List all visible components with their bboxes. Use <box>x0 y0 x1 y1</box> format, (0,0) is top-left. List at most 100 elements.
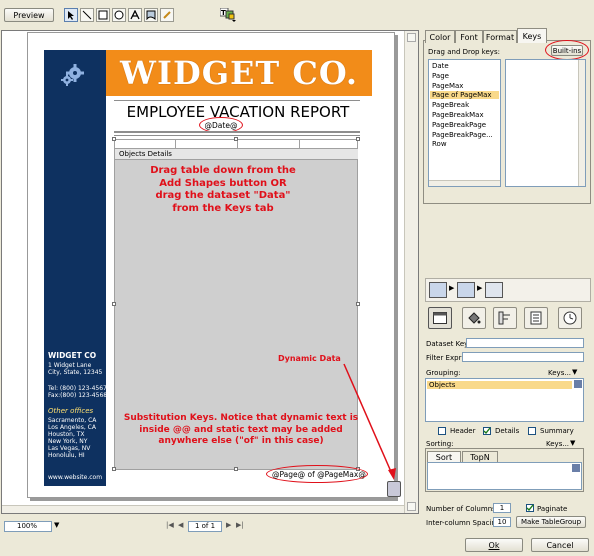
list-item[interactable]: PageBreak <box>432 101 469 109</box>
next-page-icon[interactable]: ▶ <box>226 521 231 529</box>
keys-list[interactable]: Date Page PageMax Page of PageMax PageBr… <box>428 59 501 187</box>
sidebar-company: WIDGET CO <box>48 351 97 360</box>
tab-format[interactable]: Format <box>483 30 517 43</box>
rectangle-tool-icon[interactable] <box>96 8 110 22</box>
report-title[interactable]: EMPLOYEE VACATION REPORT <box>112 103 364 121</box>
page-keys-highlight <box>266 465 368 483</box>
tab-sort[interactable]: Sort <box>427 451 461 462</box>
sidebar-website: www.website.com <box>48 474 103 481</box>
builtin-keys-list[interactable] <box>505 59 586 187</box>
keys-list-hscroll[interactable] <box>429 180 500 186</box>
chevron-down-icon[interactable]: ▼ <box>572 368 577 376</box>
resize-handle[interactable] <box>234 137 238 141</box>
chevron-down-icon[interactable]: ▼ <box>54 521 59 529</box>
drag-table-annotation: Drag table down from the Add Shapes butt… <box>150 165 296 214</box>
pen-tool-icon[interactable] <box>160 8 174 22</box>
details-label: Details <box>495 427 520 435</box>
resize-handle[interactable] <box>234 467 238 471</box>
table-properties-icon[interactable] <box>428 307 452 329</box>
list-item-selected[interactable]: Page of PageMax <box>430 91 499 99</box>
svg-text:T: T <box>221 9 226 17</box>
ellipse-tool-icon[interactable] <box>112 8 126 22</box>
page-indicator[interactable]: 1 of 1 <box>188 521 222 532</box>
tab-keys[interactable]: Keys <box>517 28 547 43</box>
spacing-input[interactable]: 10 <box>493 517 511 527</box>
title-rule <box>114 131 360 133</box>
list-icon[interactable] <box>524 307 548 329</box>
tab-font[interactable]: Font <box>455 30 483 43</box>
gears-icon <box>60 64 86 86</box>
spacing-label: Inter-column Spacing: <box>426 519 503 527</box>
resize-handle[interactable] <box>356 137 360 141</box>
line-tool-icon[interactable] <box>80 8 94 22</box>
list-item[interactable]: Date <box>432 62 449 70</box>
prev-page-icon[interactable]: ◀ <box>178 521 183 529</box>
tab-color[interactable]: Color <box>425 30 455 43</box>
zoom-combo[interactable]: 100% <box>4 521 52 532</box>
spacing-value: 10 <box>497 518 507 526</box>
horizontal-scrollbar[interactable] <box>2 505 404 513</box>
sidebar-other-offices: Other offices <box>48 407 94 415</box>
first-page-icon[interactable]: |◀ <box>166 521 174 529</box>
resize-handle[interactable] <box>112 137 116 141</box>
sidebar-address2: City, State, 12345 <box>48 369 103 376</box>
list-item[interactable]: PageBreakPage... <box>432 131 493 139</box>
clock-icon[interactable] <box>558 307 582 329</box>
list-item[interactable]: Row <box>432 140 447 148</box>
add-shapes-icon[interactable]: T <box>219 7 236 22</box>
sorting-keys-button[interactable]: Keys... <box>546 440 569 448</box>
make-tablegroup-button[interactable]: Make TableGroup <box>516 516 586 528</box>
band-structure-icon[interactable] <box>485 282 503 298</box>
drag-drop-keys-label: Drag and Drop keys: <box>428 48 500 56</box>
summary-checkbox[interactable] <box>528 427 536 435</box>
page-icon <box>387 481 401 497</box>
ok-button[interactable]: Ok <box>465 538 523 552</box>
header-label: Header <box>450 427 476 435</box>
cancel-button[interactable]: Cancel <box>531 538 589 552</box>
grouping-list[interactable]: Objects <box>425 378 584 422</box>
sorting-list[interactable] <box>427 462 582 490</box>
chevron-right-icon: ▶ <box>477 284 483 292</box>
header-checkbox[interactable] <box>438 427 446 435</box>
chevron-right-icon: ▶ <box>449 284 455 292</box>
text-tool-icon[interactable] <box>128 8 142 22</box>
num-columns-value: 1 <box>499 504 505 512</box>
resize-handle[interactable] <box>112 302 116 306</box>
paint-bucket-icon[interactable] <box>462 307 486 329</box>
report-structure-icon[interactable] <box>429 282 447 298</box>
tab-topn[interactable]: TopN <box>462 451 498 462</box>
sidebar-fax: Fax:(800) 123-4568 <box>48 392 108 399</box>
paginate-label: Paginate <box>537 505 568 513</box>
ruler-icon[interactable] <box>493 307 517 329</box>
substitution-annotation: Substitution Keys. Notice that dynamic t… <box>123 413 359 446</box>
chevron-down-icon[interactable]: ▼ <box>570 439 575 447</box>
company-logo: WIDGET CO. <box>120 54 358 92</box>
resize-handle[interactable] <box>112 467 116 471</box>
table-header[interactable]: Objects Details <box>115 149 358 160</box>
filter-expr-input[interactable] <box>462 352 584 362</box>
preview-button[interactable]: Preview <box>4 8 54 22</box>
pointer-tool-icon[interactable] <box>64 8 78 22</box>
list-item[interactable]: PageBreakMax <box>432 111 484 119</box>
list-item[interactable]: PageBreakPage <box>432 121 486 129</box>
dataset-key-label: Dataset Key: <box>426 340 471 348</box>
details-checkbox[interactable] <box>483 427 491 435</box>
paginate-checkbox[interactable] <box>526 504 534 512</box>
zoom-value: 100% <box>17 522 38 530</box>
list-item[interactable]: PageMax <box>432 82 463 90</box>
title-rule-top <box>114 100 360 101</box>
dataset-key-input[interactable] <box>466 338 584 348</box>
shape-tool-icon[interactable] <box>144 8 158 22</box>
grouping-keys-button[interactable]: Keys... <box>548 369 571 377</box>
table-structure-icon[interactable] <box>457 282 475 298</box>
num-columns-input[interactable]: 1 <box>493 503 511 513</box>
list-item-selected[interactable]: Objects <box>427 381 572 389</box>
built-ins-highlight <box>545 40 589 60</box>
list-item[interactable]: Page <box>432 72 449 80</box>
resize-handle[interactable] <box>356 302 360 306</box>
title-rule <box>114 135 360 136</box>
last-page-icon[interactable]: ▶| <box>236 521 244 529</box>
summary-label: Summary <box>540 427 574 435</box>
num-columns-label: Number of Columns: <box>426 505 499 513</box>
filter-expr-label: Filter Expr: <box>426 354 464 362</box>
